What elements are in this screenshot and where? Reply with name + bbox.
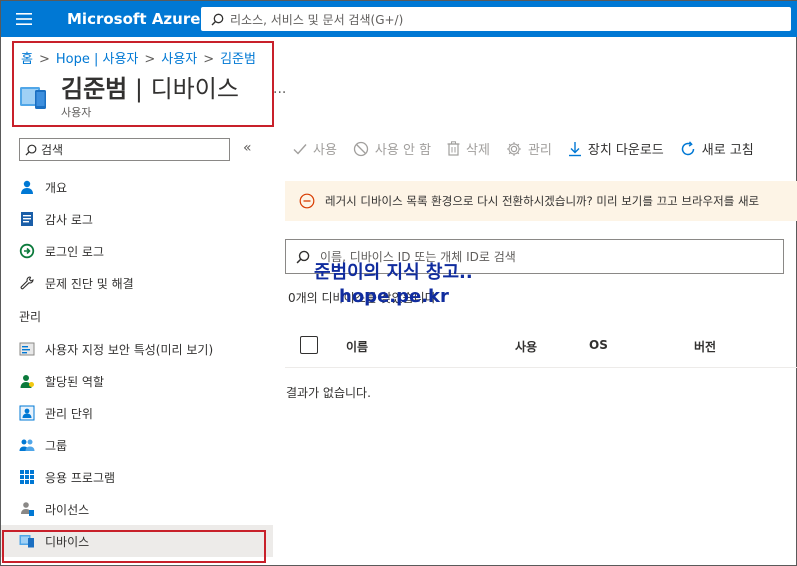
watermark-line-1: 준범이의 지식 창고.. <box>314 262 473 283</box>
warning-circle-icon <box>299 193 315 209</box>
apps-grid-icon <box>19 469 35 485</box>
banner-text: 레거시 디바이스 목록 환경으로 다시 전환하시겠습니까? 미리 보기를 끄고 … <box>325 194 760 208</box>
enable-label: 사용 <box>313 143 337 158</box>
search-icon <box>211 13 224 26</box>
sidebar-item-audit-log[interactable]: 감사 로그 <box>1 203 273 235</box>
download-devices-label: 장치 다운로드 <box>587 143 664 158</box>
select-all-checkbox[interactable] <box>300 336 318 354</box>
highlight-box-devices <box>2 530 266 563</box>
sidebar-item-signin-log[interactable]: 로그인 로그 <box>1 235 273 267</box>
sidebar-item-licenses[interactable]: 라이선스 <box>1 493 273 525</box>
column-header-os[interactable]: OS <box>589 338 608 352</box>
block-icon <box>353 141 369 157</box>
groups-icon <box>19 437 35 453</box>
sidebar-item-overview[interactable]: 개요 <box>1 171 273 203</box>
refresh-label: 새로 고침 <box>701 143 754 158</box>
collapse-sidebar-icon[interactable]: « <box>243 140 252 156</box>
wrench-icon <box>19 275 35 291</box>
disable-label: 사용 안 함 <box>374 143 432 158</box>
watermark-line-2: hope.pe.kr <box>339 286 449 307</box>
sidebar-item-label: 개요 <box>45 180 68 195</box>
brand-title[interactable]: Microsoft Azure <box>67 10 200 28</box>
legacy-experience-banner[interactable]: 레거시 디바이스 목록 환경으로 다시 전환하시겠습니까? 미리 보기를 끄고 … <box>285 181 797 221</box>
more-options-icon[interactable]: ... <box>273 81 286 97</box>
sidebar-search-input[interactable]: 검색 <box>19 138 230 161</box>
table-header: 이름 사용 OS 버전 <box>285 323 797 368</box>
sidebar-item-label: 로그인 로그 <box>45 244 105 259</box>
sidebar-item-applications[interactable]: 응용 프로그램 <box>1 461 273 493</box>
highlight-box-header <box>12 41 274 127</box>
column-header-name[interactable]: 이름 <box>346 338 368 355</box>
roles-icon <box>19 373 35 389</box>
sidebar-item-label: 할당된 역할 <box>45 374 105 389</box>
sidebar-item-assigned-roles[interactable]: 할당된 역할 <box>1 365 273 397</box>
refresh-button[interactable]: 새로 고침 <box>680 139 754 158</box>
command-bar: 사용 사용 안 함 삭제 관리 장치 다운로드 새로 고침 <box>293 139 770 158</box>
signin-log-icon <box>19 243 35 259</box>
sidebar-item-label: 응용 프로그램 <box>45 470 116 485</box>
sidebar-item-troubleshoot[interactable]: 문제 진단 및 해결 <box>1 267 273 299</box>
check-icon <box>293 143 307 155</box>
sidebar-item-label: 사용자 지정 보안 특성(미리 보기) <box>45 342 214 357</box>
global-search-input[interactable]: 리소스, 서비스 및 문서 검색(G+/) <box>201 7 791 31</box>
trash-icon <box>447 141 460 156</box>
download-icon <box>568 141 582 157</box>
delete-label: 삭제 <box>466 143 490 158</box>
delete-button[interactable]: 삭제 <box>447 139 490 158</box>
sidebar-item-custom-security-attributes[interactable]: 사용자 지정 보안 특성(미리 보기) <box>1 333 273 365</box>
admin-units-icon <box>19 405 35 421</box>
user-icon <box>19 179 35 195</box>
column-header-version[interactable]: 버전 <box>694 338 716 355</box>
sidebar-item-label: 라이선스 <box>45 502 90 517</box>
license-icon <box>19 501 35 517</box>
menu-icon[interactable] <box>1 1 47 37</box>
audit-log-icon <box>19 211 35 227</box>
sidebar-item-admin-units[interactable]: 관리 단위 <box>1 397 273 429</box>
sidebar: 개요 감사 로그 로그인 로그 문제 진단 및 해결 관리 사용자 지정 보안 … <box>1 171 273 557</box>
sidebar-item-groups[interactable]: 그룹 <box>1 429 273 461</box>
empty-state-text: 결과가 없습니다. <box>286 386 371 400</box>
gear-icon <box>506 141 522 157</box>
sidebar-item-label: 그룹 <box>45 438 68 453</box>
search-icon <box>25 144 37 156</box>
security-attributes-icon <box>19 341 35 357</box>
column-header-enabled[interactable]: 사용 <box>515 338 537 355</box>
manage-button[interactable]: 관리 <box>506 139 552 158</box>
search-icon <box>296 250 310 264</box>
sidebar-section-manage: 관리 <box>19 309 42 324</box>
sidebar-item-label: 문제 진단 및 해결 <box>45 276 134 291</box>
enable-button[interactable]: 사용 <box>293 139 337 158</box>
sidebar-item-label: 관리 단위 <box>45 406 93 421</box>
sidebar-item-label: 감사 로그 <box>45 212 93 227</box>
global-search-placeholder: 리소스, 서비스 및 문서 검색(G+/) <box>230 12 404 27</box>
refresh-icon <box>680 140 696 157</box>
manage-label: 관리 <box>527 143 552 158</box>
top-bar: Microsoft Azure 리소스, 서비스 및 문서 검색(G+/) <box>1 1 797 37</box>
download-devices-button[interactable]: 장치 다운로드 <box>568 139 664 158</box>
sidebar-search-value: 검색 <box>41 143 64 157</box>
disable-button[interactable]: 사용 안 함 <box>353 139 431 158</box>
